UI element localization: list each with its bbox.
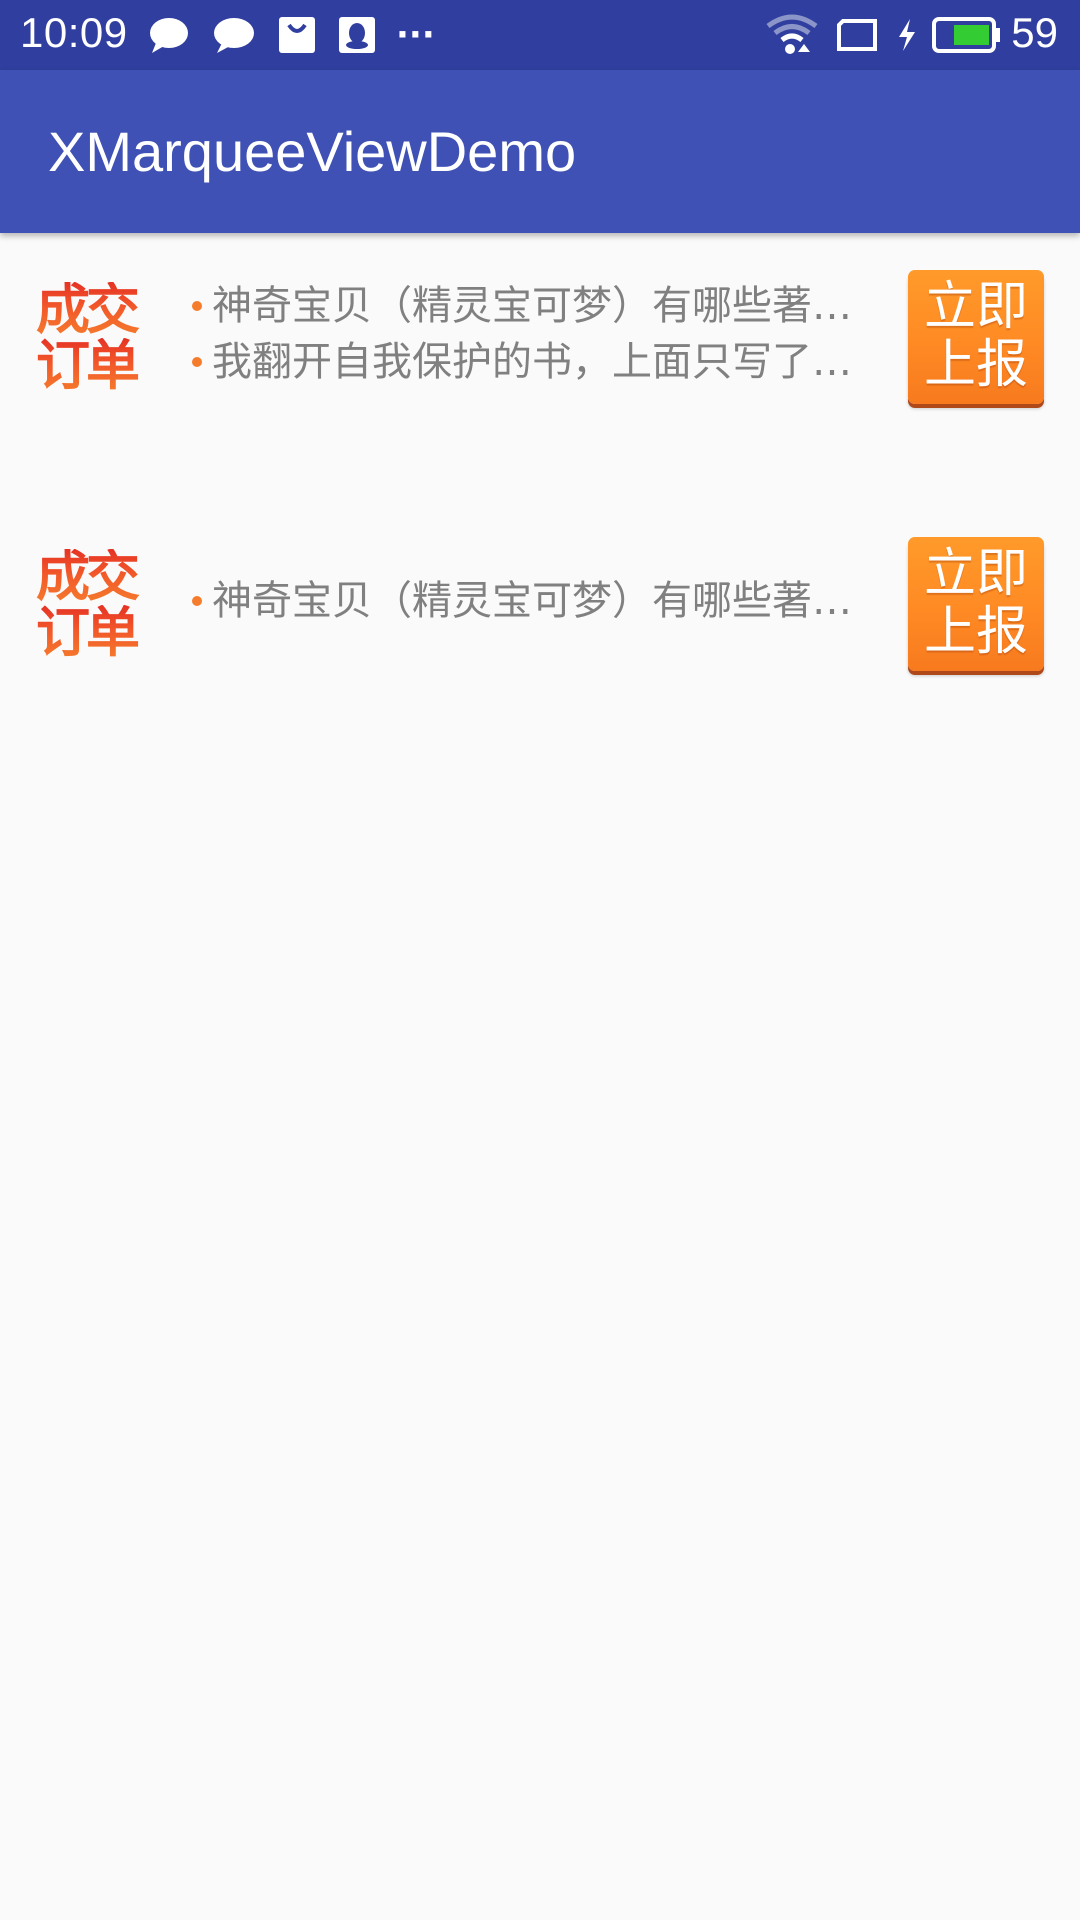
deal-order-logo: 成交 订单 bbox=[36, 549, 162, 661]
deal-order-logo: 成交 订单 bbox=[36, 282, 162, 394]
report-button-line-2: 上报 bbox=[923, 602, 1028, 662]
report-now-button[interactable]: 立即 上报 bbox=[908, 537, 1044, 671]
page-title: XMarqueeViewDemo bbox=[48, 120, 577, 183]
logo-line-1: 成交 bbox=[36, 549, 162, 605]
marquee-item[interactable]: 我翻开自我保护的书，上面只写了三个字 bbox=[188, 334, 872, 390]
marquee-view[interactable]: 神奇宝贝（精灵宝可梦）有哪些著名的台词？ 我翻开自我保护的书，上面只写了三个字 bbox=[188, 278, 872, 390]
status-bar: 10:09 ··· 59 bbox=[0, 0, 1080, 70]
logo-line-1: 成交 bbox=[36, 282, 162, 338]
report-button-line-1: 立即 bbox=[923, 277, 1028, 337]
marquee-item-text: 神奇宝贝（精灵宝可梦）有哪些著名的台词？ bbox=[212, 283, 872, 329]
marquee-item-text: 神奇宝贝（精灵宝可梦）有哪些著名的台词？ bbox=[212, 578, 872, 624]
more-dots-icon: ··· bbox=[396, 15, 435, 55]
report-button-line-1: 立即 bbox=[923, 544, 1028, 604]
marquee-row: 成交 订单 神奇宝贝（精灵宝可梦）有哪些著名的台词？ 我翻开自我保护的书，上面只… bbox=[0, 268, 1080, 408]
battery-level: 59 bbox=[1011, 9, 1058, 56]
report-now-button[interactable]: 立即 上报 bbox=[908, 270, 1044, 404]
screen-rotation-icon bbox=[835, 0, 879, 70]
chat-bubble-icon bbox=[148, 0, 190, 70]
app-toolbar: XMarqueeViewDemo bbox=[0, 70, 1080, 233]
wifi-icon bbox=[766, 0, 818, 70]
charging-bolt-icon bbox=[896, 0, 918, 70]
bullet-dot bbox=[192, 357, 202, 367]
battery-icon bbox=[932, 0, 1002, 70]
marquee-item[interactable]: 神奇宝贝（精灵宝可梦）有哪些著名的台词？ bbox=[188, 278, 872, 334]
bullet-dot bbox=[192, 301, 202, 311]
marquee-view[interactable]: 神奇宝贝（精灵宝可梦）有哪些著名的台词？ bbox=[188, 573, 872, 629]
bullet-dot bbox=[192, 596, 202, 606]
logo-line-2: 订单 bbox=[36, 338, 162, 394]
status-time: 10:09 bbox=[20, 9, 128, 56]
marquee-row: 成交 订单 神奇宝贝（精灵宝可梦）有哪些著名的台词？ 立即 上报 bbox=[0, 535, 1080, 675]
logo-line-2: 订单 bbox=[36, 605, 162, 661]
report-button-line-2: 上报 bbox=[923, 335, 1028, 395]
shopping-bag-icon bbox=[278, 0, 316, 70]
marquee-item[interactable]: 神奇宝贝（精灵宝可梦）有哪些著名的台词？ bbox=[188, 573, 872, 629]
qq-penguin-icon bbox=[338, 0, 376, 70]
chat-bubble-icon bbox=[212, 0, 256, 70]
marquee-item-text: 我翻开自我保护的书，上面只写了三个字 bbox=[212, 339, 872, 385]
